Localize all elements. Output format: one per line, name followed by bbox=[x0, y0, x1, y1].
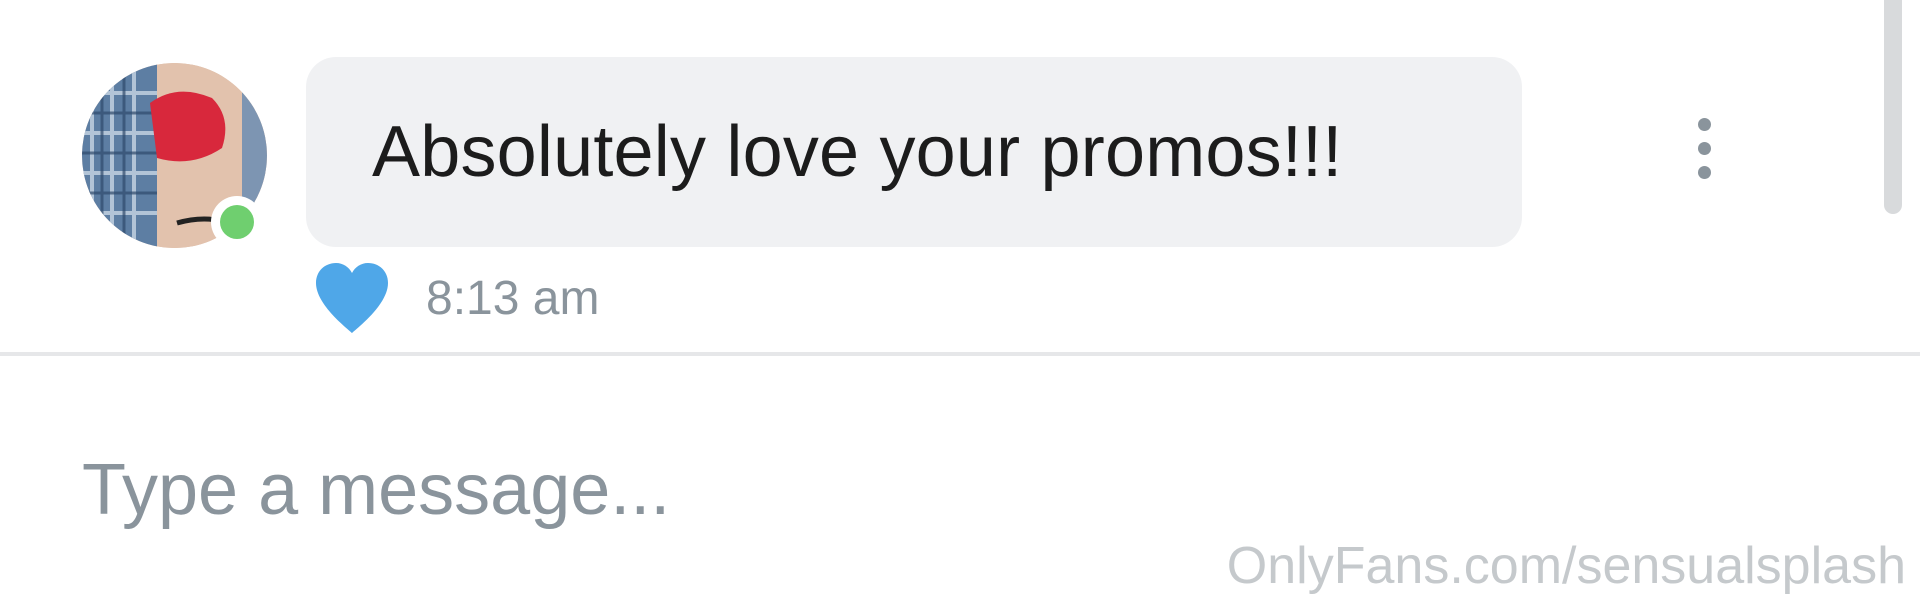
message-bubble[interactable]: Absolutely love your promos!!! bbox=[306, 57, 1522, 247]
scrollbar-thumb[interactable] bbox=[1884, 0, 1902, 214]
watermark: OnlyFans.com/sensualsplash bbox=[1226, 537, 1906, 595]
message-timestamp: 8:13 am bbox=[426, 271, 600, 325]
online-status-indicator bbox=[211, 196, 263, 248]
message-text: Absolutely love your promos!!! bbox=[372, 112, 1343, 192]
composer-divider bbox=[0, 352, 1920, 356]
message-meta: 8:13 am bbox=[312, 258, 599, 338]
kebab-menu-icon[interactable] bbox=[1691, 118, 1717, 180]
chat-screen: Absolutely love your promos!!! 8:13 am O… bbox=[0, 0, 1920, 606]
heart-icon[interactable] bbox=[312, 261, 392, 335]
message-input[interactable] bbox=[82, 440, 1582, 540]
